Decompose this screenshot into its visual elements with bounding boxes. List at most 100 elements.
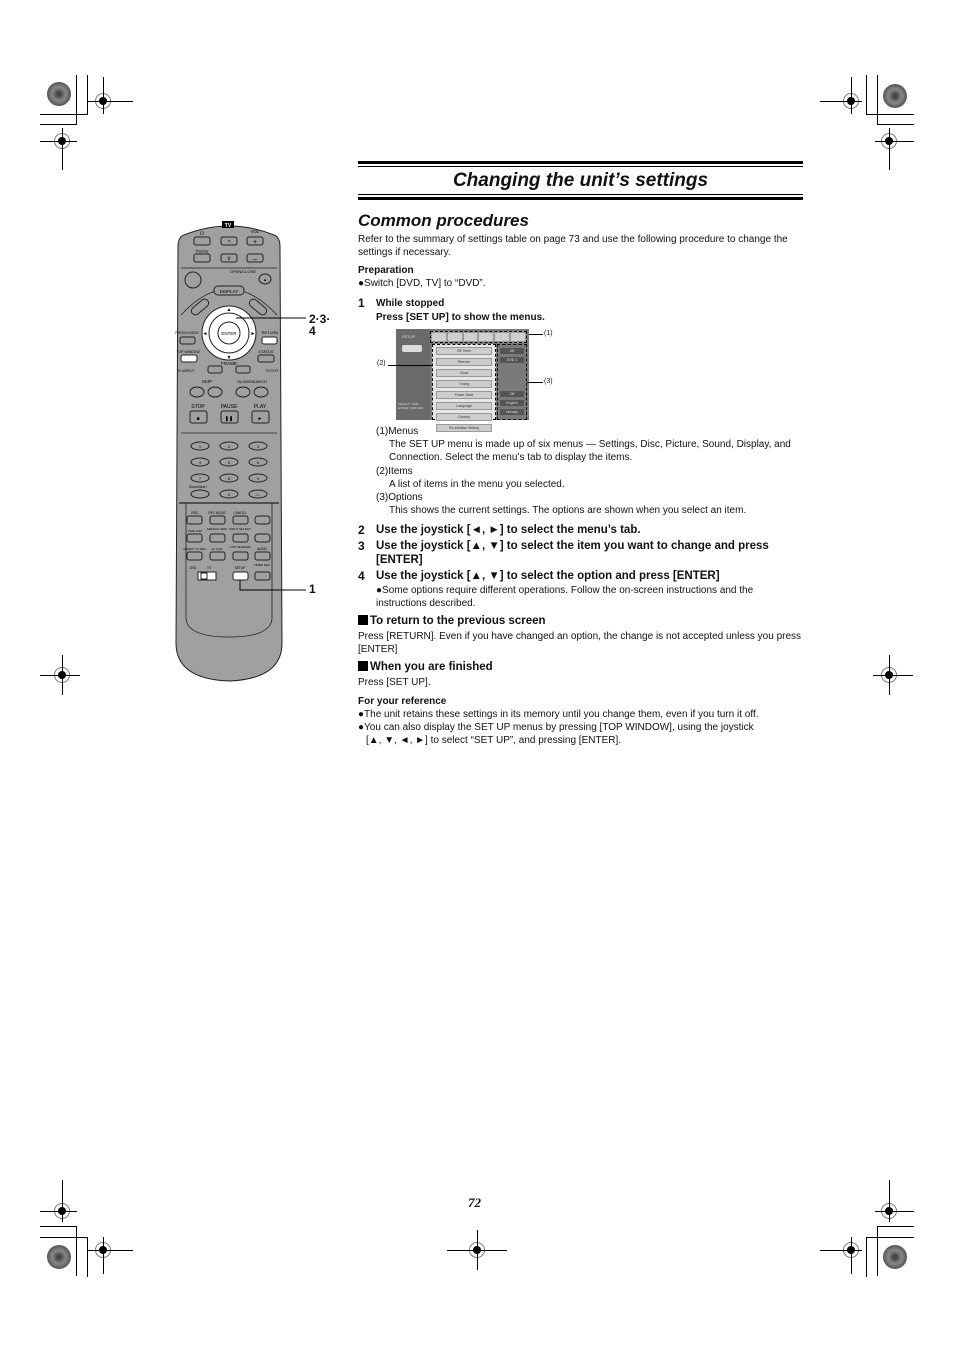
title-rule-bottom [358,197,803,200]
tvtext-label: TV/TEXT [265,369,278,373]
reference-bullet-2-cont: [▲, ▼, ◄, ►] to select “SET UP”, and pre… [366,735,622,746]
step-1-line1: While stopped [376,298,445,309]
screen-nav-hint: SELECT / TAB / ENTER / RETURN [398,402,424,410]
screen-item: Country [436,413,492,421]
screen-option-blank [498,366,526,388]
legend-options-label: (3)Options [376,492,423,503]
prog-check-button[interactable] [179,336,196,345]
remote-callout-joystick: 2·3· 4 [309,313,330,337]
reference-heading: For your reference [358,696,447,707]
plus-icon: + [253,239,257,246]
legend-items-label: (2)Items [376,466,413,477]
rec-label: REC [191,511,199,515]
tvav-button[interactable] [193,253,211,263]
time-slip-button[interactable] [186,533,203,543]
square-bullet-icon [358,615,368,625]
manual-skip-button[interactable] [209,533,226,543]
screen-option: Norway [500,409,524,415]
registration-disc-icon [47,1245,71,1269]
title-rule-top [358,161,803,164]
status-button[interactable] [257,354,275,363]
preparation-bullet: ●Switch [DVD, TV] to “DVD”. [358,278,486,289]
slow-search-label: SLOW/SEARCH [237,379,267,384]
input-select-label: INPUT SELECT [229,527,251,531]
page-up-button[interactable] [254,515,271,525]
callout-text: 4 [309,324,316,338]
step-4-number: 4 [358,569,365,583]
last-marker-label: LAST MARKER [229,545,251,549]
rec-button[interactable] [186,515,203,525]
callout-2: (2) [377,360,386,367]
showview-button[interactable] [190,489,210,499]
digit-label: -/-- [255,492,261,497]
av-link-button[interactable] [209,551,226,561]
step-3-text: Use the joystick [▲, ▼] to select the it… [376,540,769,566]
page-down-button[interactable] [254,533,271,543]
step-4-note: ●Some options require different operatio… [376,585,754,609]
power-button[interactable] [184,271,202,289]
tv-aspect-label: TV ASPECT [177,369,195,373]
prog-check-label: PROG/CHECK [175,331,199,335]
setup-button[interactable] [232,571,249,581]
finished-heading: When you are finished [358,661,806,674]
remote-callout-setup: 1 [309,582,316,596]
direct-tv-rec-button[interactable] [186,551,203,561]
cancel-button[interactable] [232,515,249,525]
return-label: RETURN [262,330,279,335]
reference-bullet-1: ●The unit retains these settings in its … [358,709,759,720]
input-select-button[interactable] [232,533,249,543]
legend-items-desc: A list of items in the menu you selected… [389,479,565,490]
audio-button[interactable] [254,551,271,561]
step-3-number: 3 [358,539,365,553]
vol-label: VOL [250,229,260,234]
screen-left-panel: SETUP SELECT / TAB / ENTER / RETURN [396,329,430,420]
tv-power-button[interactable] [193,236,211,246]
switch-knob [200,572,208,580]
tab-disc-icon [447,333,462,341]
chevron-up-icon: ^ [228,240,231,246]
timer-rec-label: TIMER REC [254,563,271,567]
play-icon: ► [258,416,263,422]
skip-forward-button[interactable] [207,386,223,398]
slow-forward-button[interactable] [253,386,269,398]
screen-item: Clock [436,369,492,377]
screen-item: Remote [436,358,492,366]
open-close-label: OPEN/CLOSE [230,269,256,274]
showview-label: ShowView+ [189,485,207,489]
page-number: 72 [468,1195,481,1210]
setup-label: SETUP [235,566,246,570]
dvd-switch-label: DVD [190,566,197,570]
step-1-line2: Press [SET UP] to show the menus. [376,312,545,323]
status-label: STATUS [258,349,274,354]
tab-settings-icon [432,333,446,341]
rec-mode-button[interactable] [209,515,226,525]
skip-label: SKIP [202,379,212,384]
enter-label: ENTER [221,331,237,336]
legend-menus-desc: The SET UP menu is made up of six menus … [389,439,791,463]
screen-option: 6H [500,348,524,354]
remote-control: TV ⏻ TV/AV ^ v VOL + – OPEN/CLOSE ▲ DISP… [175,221,306,682]
step-2-number: 2 [358,523,365,537]
joystick-right-icon: ► [251,331,256,337]
cancel-label: CANCEL [234,511,247,515]
last-marker-button[interactable] [232,551,249,561]
legend-menus-label: (1)Menus [376,426,419,437]
return-heading: To return to the previous screen [358,615,806,628]
frame-back-button[interactable] [207,365,223,374]
section-heading: Common procedures [358,211,529,230]
slow-back-button[interactable] [235,386,251,398]
finished-text: Press [SET UP]. [358,677,431,688]
timer-rec-button[interactable] [254,571,271,581]
direct-tv-rec-label: DIRECT TV REC [184,547,208,551]
tab-display-icon [495,333,510,341]
tv-label: TV [225,223,232,229]
time-slip-label: TIME SLIP [188,529,203,533]
top-window-button[interactable] [180,354,198,363]
screen-item: Tuning [436,380,492,388]
return-button[interactable] [261,336,278,345]
tab-picture-icon [463,333,478,341]
screen-item: Power Save [436,391,492,399]
return-heading-text: To return to the previous screen [370,615,546,627]
frame-forward-button[interactable] [235,365,251,374]
skip-back-button[interactable] [189,386,205,398]
